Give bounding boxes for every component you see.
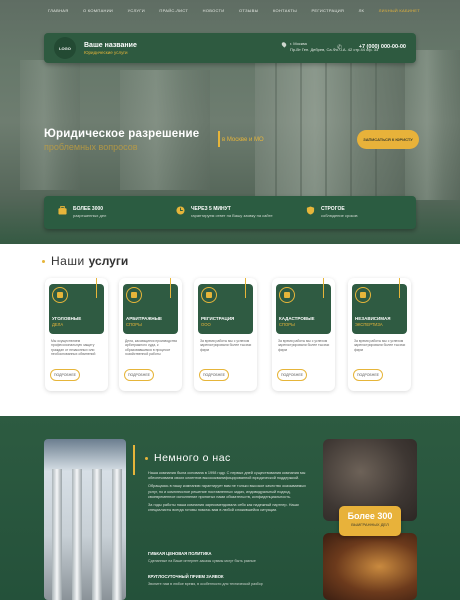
- card-subtitle: споры: [126, 322, 142, 327]
- consult-button[interactable]: Записаться к юристу: [357, 130, 419, 149]
- about-point-title: Круглосуточный прием заявок: [148, 574, 224, 579]
- nav-item-register[interactable]: Регистрация: [311, 8, 344, 13]
- brand-subtitle: Юридические услуги: [84, 49, 128, 55]
- card-gold-line: [170, 278, 171, 298]
- about-point-desc: Звоните нам в любое время, в особенности…: [148, 582, 263, 586]
- logo[interactable]: LOGO: [54, 37, 76, 59]
- heading-dot: [42, 259, 45, 263]
- column-decoration: [20, 60, 80, 190]
- card-subtitle: споры: [279, 322, 295, 327]
- details-button[interactable]: Подробнее: [50, 369, 80, 381]
- gavel-icon: [126, 287, 142, 303]
- clock-icon: [176, 206, 185, 215]
- service-card-arbitration[interactable]: Арбитражные споры Дела, касающиеся произ…: [119, 278, 182, 391]
- heading-dot: [145, 456, 148, 460]
- nav-item-reviews[interactable]: Отзывы: [239, 8, 258, 13]
- card-description: Дела, касающиеся производства арбитражно…: [125, 339, 177, 357]
- card-description: Мы осуществляем профессиональную защиту …: [51, 339, 96, 357]
- card-subtitle: ООО: [201, 322, 211, 327]
- header-bar: LOGO Ваше название Юридические услуги г.…: [44, 33, 416, 63]
- about-paragraph: Наша компания была основана в 1998 году.…: [148, 471, 306, 481]
- nav-item-services[interactable]: Услуги: [128, 8, 145, 13]
- briefcase-icon: [58, 206, 67, 215]
- nav-item-contacts[interactable]: Контакты: [273, 8, 297, 13]
- services-heading-bold: услуги: [88, 254, 129, 268]
- card-gold-line: [245, 278, 246, 298]
- details-button[interactable]: Подробнее: [277, 369, 307, 381]
- feature-desc: соблюдение сроков: [321, 213, 358, 218]
- about-text: Наша компания была основана в 1998 году.…: [148, 471, 314, 516]
- about-heading: Немного о нас: [145, 452, 231, 464]
- details-button[interactable]: Подробнее: [199, 369, 229, 381]
- card-gold-line: [96, 278, 97, 298]
- card-description: За время работы мы с успехом зарегистрир…: [200, 339, 252, 352]
- about-point-title: Гибкая ценовая политика: [148, 551, 212, 556]
- service-card-cadastral[interactable]: Кадастровые споры За время работы мы с у…: [272, 278, 335, 391]
- nav-item-lk[interactable]: ЛК: [359, 8, 365, 13]
- feature-title: Более 3000: [73, 206, 104, 212]
- service-card-expertise[interactable]: Независимая экспертиза За время работы м…: [348, 278, 411, 391]
- phone-number[interactable]: +7 (000) 000-00-00: [359, 44, 406, 50]
- cases-won-badge: Более 300 выигранных дел: [339, 506, 401, 536]
- nav-item-news[interactable]: Новости: [203, 8, 225, 13]
- account-link[interactable]: Личный кабинет: [379, 8, 420, 13]
- details-button[interactable]: Подробнее: [124, 369, 154, 381]
- shield-icon: [306, 206, 315, 215]
- service-card-registration[interactable]: Регистрация ООО За время работы мы с усп…: [194, 278, 257, 391]
- features-bar: Более 3000 разрешенных дел Через 5 минут г…: [44, 196, 416, 229]
- magnifier-icon: [355, 287, 371, 303]
- brand-name: Ваше название: [84, 41, 137, 49]
- card-subtitle: экспертиза: [355, 322, 383, 327]
- phone-icon: ✆: [336, 45, 342, 51]
- brand: Ваше название Юридические услуги: [84, 42, 137, 55]
- about-paragraph: Обращаясь в нашу компанию гарантирует ва…: [148, 484, 306, 499]
- badge-number: Более 300: [347, 511, 393, 521]
- column-decoration: [405, 50, 460, 200]
- nav-item-home[interactable]: Главная: [48, 8, 68, 13]
- top-navigation: Главная О компании Услуги Прайс-лист Нов…: [48, 8, 420, 13]
- card-subtitle: дела: [52, 322, 64, 327]
- house-icon: [279, 287, 295, 303]
- services-heading-light: Наши: [51, 254, 85, 268]
- feature-title: Строгое: [321, 206, 345, 212]
- card-gold-line: [323, 278, 324, 298]
- feature-item: Через 5 минут гарантируем ответ на Вашу з…: [176, 206, 273, 218]
- document-icon: [201, 287, 217, 303]
- service-card-criminal[interactable]: Уголовные дела Мы осуществляем профессио…: [45, 278, 108, 391]
- column-decoration: [255, 40, 405, 200]
- handcuffs-icon: [52, 287, 68, 303]
- columns-photo: [44, 439, 126, 600]
- gold-divider: [218, 131, 220, 147]
- feature-desc: разрешенных дел: [73, 213, 107, 218]
- feature-item: Строгое соблюдение сроков: [306, 206, 358, 218]
- hero-subtitle: проблемных вопросов: [44, 142, 138, 152]
- location-pin-icon: [280, 41, 288, 48]
- about-paragraph: За годы работы наша компания зарекомендо…: [148, 503, 299, 513]
- card-description: За время работы мы с успехом зарегистрир…: [278, 339, 330, 352]
- nav-item-about[interactable]: О компании: [83, 8, 113, 13]
- card-title: Независимая: [355, 316, 391, 321]
- feature-desc: гарантируем ответ на Вашу заявку на сайт…: [191, 213, 273, 218]
- card-gold-line: [399, 278, 400, 298]
- card-title: Кадастровые: [279, 316, 315, 321]
- nav-item-prices[interactable]: Прайс-лист: [159, 8, 188, 13]
- hero-title: Юридическое разрешение: [44, 128, 200, 140]
- about-title: Немного о нас: [154, 452, 231, 464]
- card-title: Уголовные: [52, 316, 82, 321]
- feature-item: Более 3000 разрешенных дел: [58, 206, 106, 218]
- services-heading: Наши услуги: [42, 254, 128, 268]
- about-point-desc: Сделанные на Ваше интернет-заказы суммы …: [148, 559, 256, 563]
- gold-divider: [133, 445, 135, 475]
- details-button[interactable]: Подробнее: [353, 369, 383, 381]
- scales-photo: [323, 533, 417, 600]
- card-title: Арбитражные: [126, 316, 163, 321]
- hero-section: Главная О компании Услуги Прайс-лист Нов…: [0, 0, 460, 244]
- card-title: Регистрация: [201, 316, 235, 321]
- card-description: За время работы мы с успехом зарегистрир…: [354, 339, 406, 352]
- feature-title: Через 5 минут: [191, 206, 231, 212]
- badge-description: выигранных дел: [351, 522, 389, 527]
- hero-location: в Москве и МО: [222, 137, 264, 143]
